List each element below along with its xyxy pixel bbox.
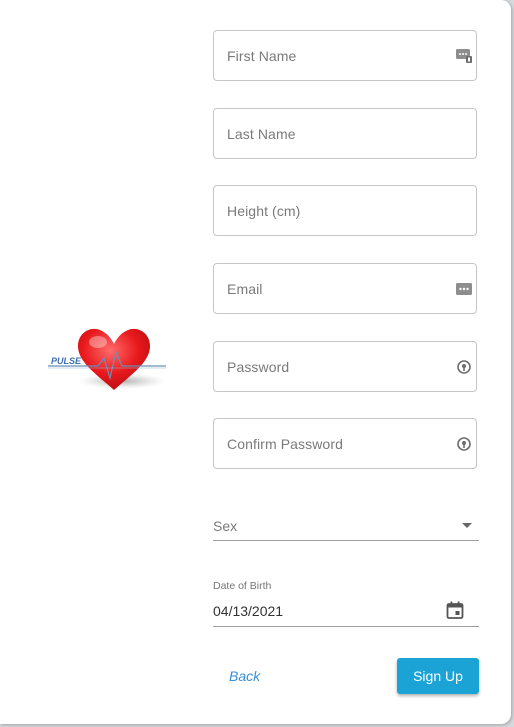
- date-of-birth-label: Date of Birth: [213, 580, 272, 592]
- sex-placeholder: Sex: [213, 518, 238, 534]
- password-field[interactable]: Password: [213, 341, 477, 392]
- email-field[interactable]: Email: [213, 263, 477, 314]
- back-link[interactable]: Back: [229, 668, 260, 684]
- email-placeholder: Email: [227, 281, 263, 297]
- first-name-field[interactable]: First Name: [213, 30, 477, 81]
- last-name-placeholder: Last Name: [227, 126, 296, 142]
- signup-card: PULSE First Name Last Name Height (cm) E…: [0, 0, 511, 724]
- confirm-password-placeholder: Confirm Password: [227, 436, 343, 452]
- autofill-icon[interactable]: [455, 280, 473, 298]
- password-placeholder: Password: [227, 359, 290, 375]
- password-key-icon[interactable]: [455, 358, 473, 376]
- pulse-logo: PULSE: [48, 328, 166, 390]
- height-placeholder: Height (cm): [227, 203, 301, 219]
- date-of-birth-value[interactable]: 04/13/2021: [213, 603, 283, 619]
- password-key-icon[interactable]: [455, 435, 473, 453]
- sign-up-button[interactable]: Sign Up: [397, 658, 479, 694]
- date-of-birth-field[interactable]: Date of Birth 04/13/2021: [213, 578, 479, 627]
- height-field[interactable]: Height (cm): [213, 185, 477, 236]
- confirm-password-field[interactable]: Confirm Password: [213, 418, 477, 469]
- first-name-placeholder: First Name: [227, 48, 297, 64]
- calendar-icon[interactable]: [445, 600, 465, 620]
- logo-text: PULSE: [51, 356, 82, 366]
- sex-select[interactable]: Sex: [213, 510, 479, 541]
- last-name-field[interactable]: Last Name: [213, 108, 477, 159]
- chevron-down-icon[interactable]: [462, 523, 472, 528]
- autofill-icon[interactable]: [455, 47, 473, 65]
